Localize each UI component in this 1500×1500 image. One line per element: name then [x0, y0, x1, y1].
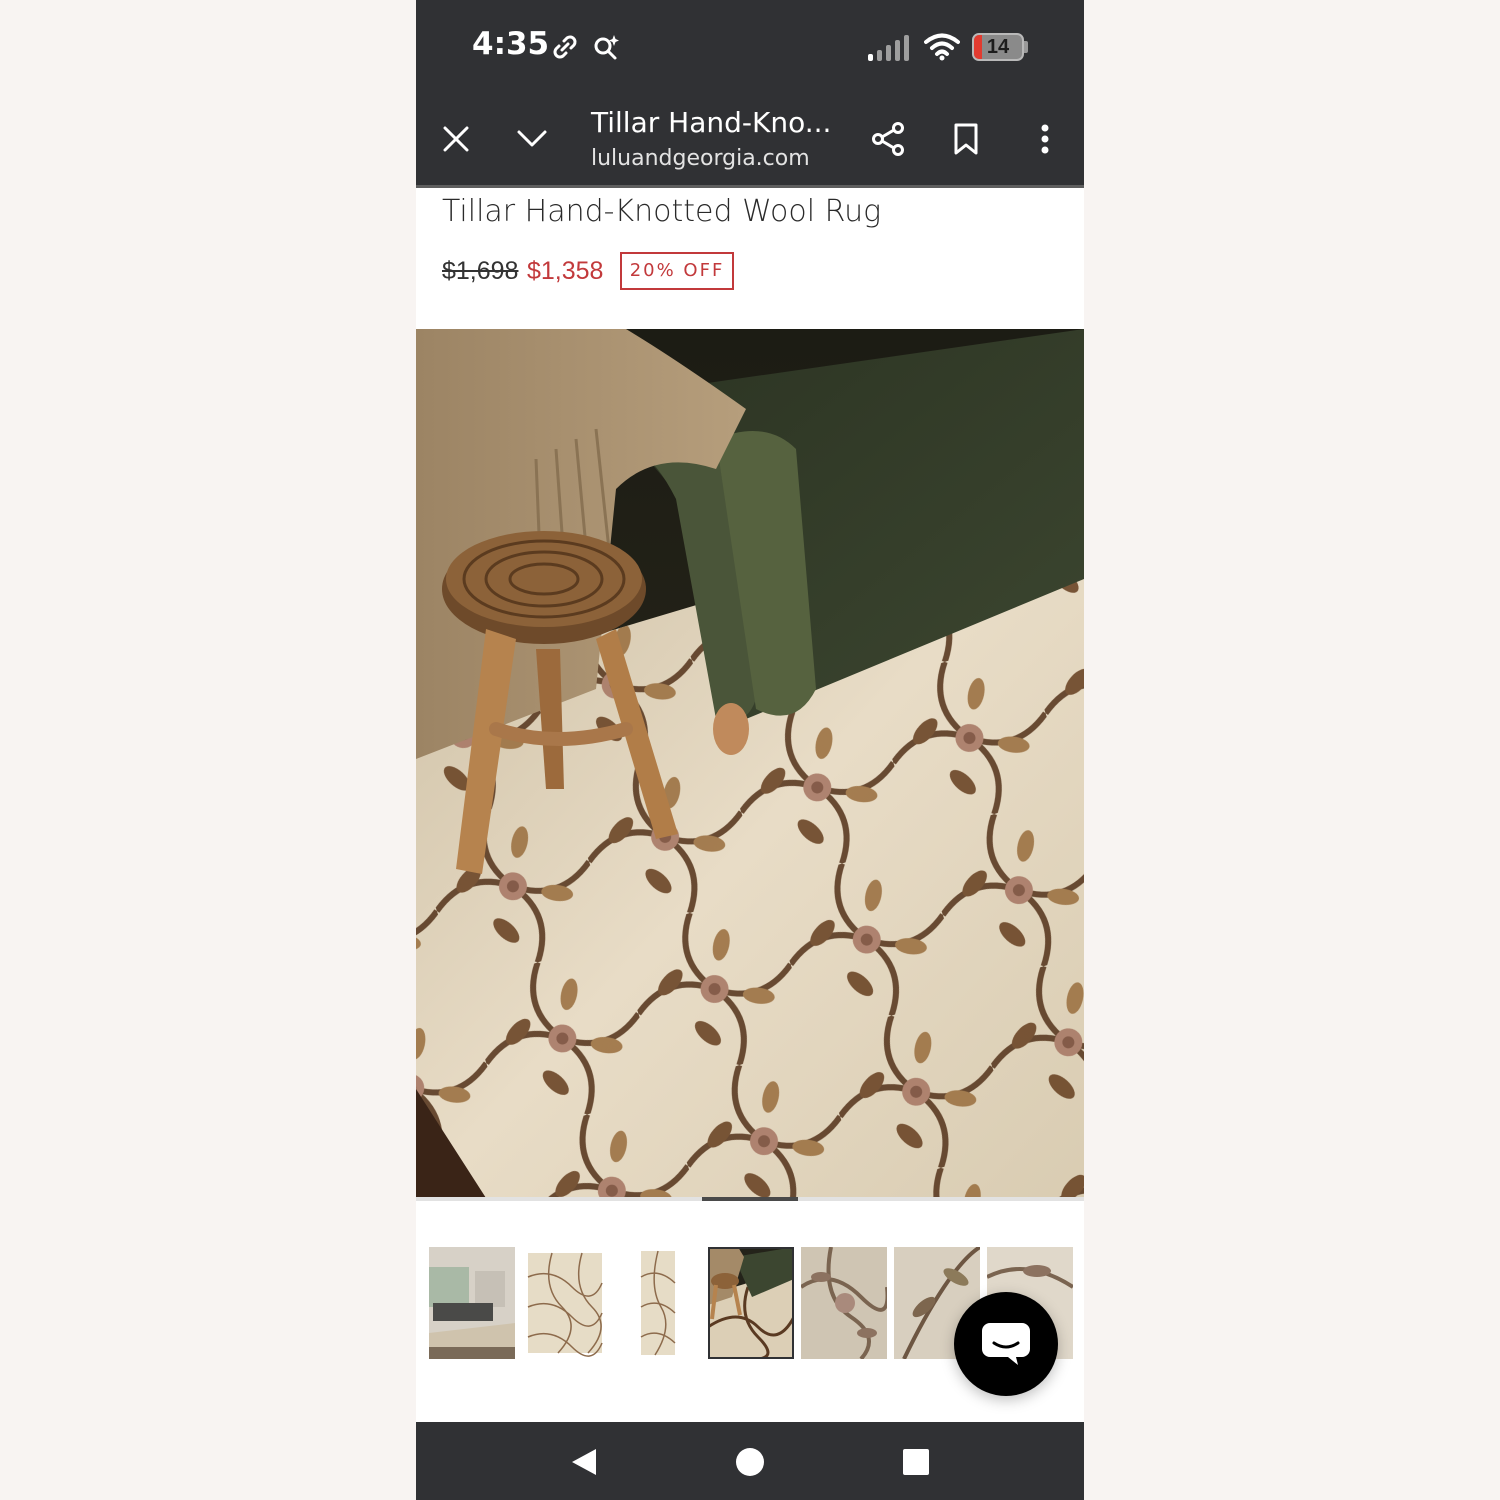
wifi-icon — [924, 33, 960, 66]
home-icon[interactable] — [730, 1442, 770, 1482]
signal-icon — [868, 35, 914, 66]
battery-icon: 14 — [972, 33, 1024, 61]
toolbar-divider — [416, 185, 1084, 188]
tab-url[interactable]: luluandgeorgia.com — [591, 146, 810, 171]
battery-level: 14 — [986, 36, 1010, 58]
product-hero-image[interactable] — [416, 329, 1084, 1198]
battery-cap — [1024, 41, 1028, 53]
search-sparkle-icon — [592, 33, 620, 66]
system-nav-bar — [416, 1422, 1084, 1500]
bookmark-icon[interactable] — [946, 118, 986, 160]
chat-bubble-icon — [982, 1323, 1030, 1365]
thumbnail-4-selected[interactable] — [708, 1247, 794, 1359]
chevron-down-icon[interactable] — [512, 118, 552, 160]
chat-button[interactable] — [954, 1292, 1058, 1396]
product-title: Tillar Hand-Knotted Wool Rug — [442, 194, 882, 229]
thumbnail-2[interactable] — [522, 1247, 608, 1359]
custom-tab-toolbar: Tillar Hand-Kno... luluandgeorgia.com — [416, 94, 1084, 186]
gallery-progress-indicator — [702, 1197, 798, 1201]
thumbnail-1[interactable] — [429, 1247, 515, 1359]
status-time: 4:35 — [472, 26, 550, 62]
share-icon[interactable] — [868, 118, 908, 160]
status-bar: 4:35 14 — [416, 0, 1084, 94]
thumbnail-3[interactable] — [615, 1247, 701, 1359]
link-icon — [552, 33, 578, 66]
original-price: $1,698 — [442, 257, 519, 285]
tab-title[interactable]: Tillar Hand-Kno... — [591, 106, 831, 139]
gallery-progress — [416, 1197, 1084, 1201]
phone-screen: 4:35 14 Tillar Hand-Kno... luluandgeorgi… — [416, 0, 1084, 1500]
more-vert-icon[interactable] — [1025, 118, 1065, 160]
discount-badge: 20% OFF — [620, 252, 734, 290]
sale-price: $1,358 — [527, 257, 604, 285]
close-icon[interactable] — [436, 118, 476, 160]
thumbnail-5[interactable] — [801, 1247, 887, 1359]
recents-icon[interactable] — [896, 1442, 936, 1482]
back-icon[interactable] — [564, 1442, 604, 1482]
